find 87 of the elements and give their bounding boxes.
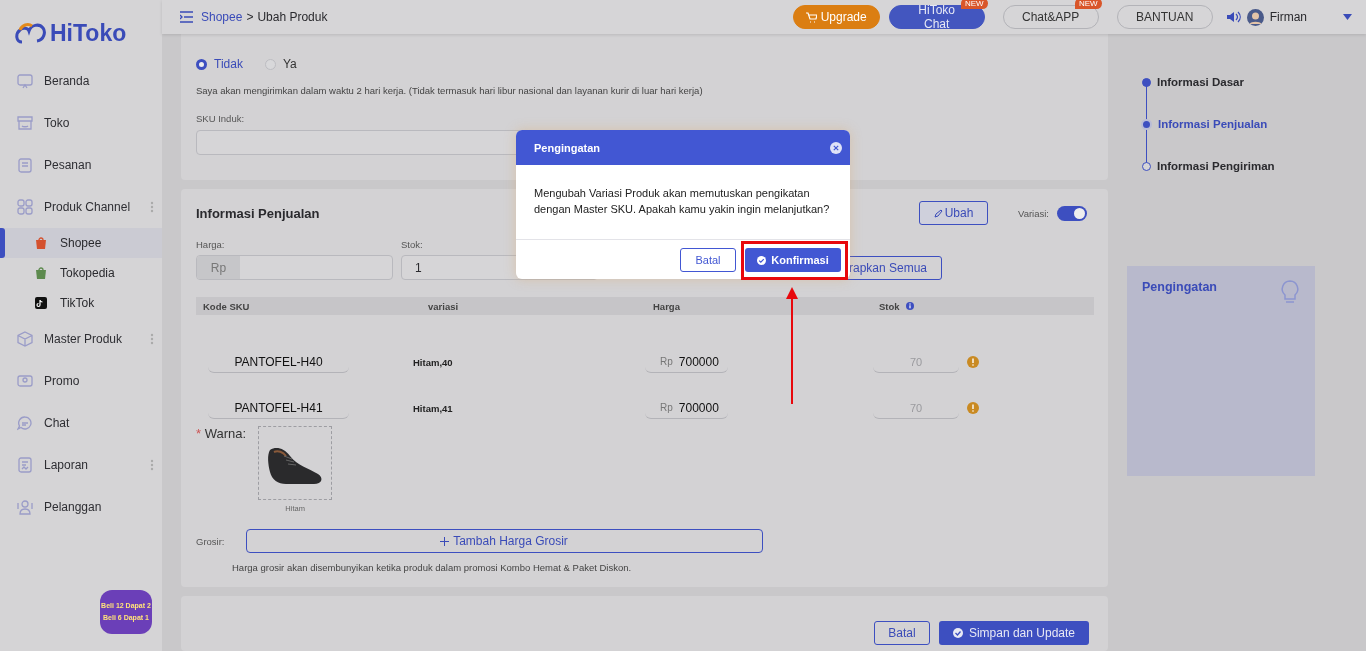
chat-bubble-icon [17,415,33,431]
edit-button[interactable]: Ubah [919,201,988,225]
cart-icon [805,11,817,23]
user-name[interactable]: Firman [1269,10,1307,24]
new-badge: NEW [961,0,988,9]
save-button[interactable]: Simpan dan Update [938,621,1089,645]
avatar-icon [1246,8,1264,26]
list-icon [17,157,33,173]
field-label: Harga: [196,239,226,250]
nav-item[interactable]: Laporan [0,444,162,486]
card-icon [17,373,33,389]
people-icon [17,499,33,515]
logo-icon [14,20,46,46]
nav-subitem[interactable]: Shopee [0,228,162,258]
close-icon[interactable] [830,141,842,154]
nav-item[interactable]: Produk Channel [0,186,162,228]
info-icon [905,302,914,310]
cube-icon [17,331,33,347]
radio-option[interactable]: Ya [264,57,297,71]
monitor-icon [17,73,33,89]
dialog-title: Pengingatan [534,141,600,154]
more-icon [150,459,154,471]
warning-icon [967,402,979,414]
nav-item[interactable]: Beranda [0,60,162,102]
check-circle-icon [952,628,963,638]
sku-input-field[interactable]: PANTOFEL-H40 [208,351,349,373]
nav-item[interactable]: Master Produk [0,318,162,360]
radio-option[interactable]: Tidak [196,57,243,71]
lightbulb-icon [1280,280,1300,304]
shipping-note: Saya akan mengirimkan dalam waktu 2 hari kerja. (Tidak termasuk hari libur nasional dan layanan kurir di luar hari kerja) [196,85,704,96]
field-label: SKU Induk: [196,113,246,124]
new-badge: NEW [1075,0,1102,9]
confirm-button[interactable]: Konfirmasi [745,248,841,272]
nav-subitem[interactable]: Tokopedia [0,258,162,288]
shopping-bag-icon [34,236,48,250]
chat-button[interactable]: HiToko Chat [888,5,985,29]
breadcrumb-separator: > [246,10,254,24]
column-header: Stok [879,300,900,312]
breadcrumb-link[interactable]: Shopee [201,10,243,24]
cancel-button[interactable]: Batal [680,248,736,272]
add-wholesale-button[interactable]: Tambah Harga Grosir [245,529,763,553]
dialog-message: Mengubah Variasi Produk akan memutuskan pengikatan dengan Master SKU. Apakah kamu yakin ingin melanjutkan? [533,186,831,217]
nav-subitem[interactable]: TikTok [0,288,162,318]
more-icon [150,333,154,345]
step-link[interactable]: Informasi Dasar [1141,74,1366,90]
field-label: Grosir: [196,535,225,547]
price-input-field[interactable]: Rp 700000 [645,351,728,373]
sku-input-field[interactable]: PANTOFEL-H41 [208,397,349,419]
more-icon [150,201,154,213]
field-label: Stok: [401,239,424,250]
nav-item[interactable]: Promo [0,360,162,402]
step-link[interactable]: Informasi Pengiriman [1141,158,1366,174]
variation-label: Variasi: [1018,207,1049,219]
shopping-bag-icon [34,266,48,280]
step-link[interactable]: Informasi Penjualan [1141,116,1366,132]
nav-item[interactable]: Pelanggan [0,486,162,528]
field-label: * Warna: [196,426,247,443]
breadcrumb-current: Ubah Produk [257,10,328,24]
menu-icon[interactable] [180,11,193,23]
logo-text: HiToko [50,19,127,47]
header-button[interactable]: Chat&APP [1002,5,1099,29]
caret-icon[interactable] [1343,14,1352,20]
column-header: Harga [652,300,681,312]
plus-icon [440,536,450,546]
tips-title: Pengingatan [1142,280,1217,294]
cancel-button[interactable]: Batal [873,621,930,645]
warning-icon [967,356,979,368]
note-icon [34,296,48,310]
pencil-icon [933,208,943,218]
column-header: Kode SKU [202,300,251,312]
variation-toggle[interactable] [1057,205,1087,221]
table-cell-text: Hitam,40 [413,356,454,368]
grid-icon [17,199,33,215]
header-button[interactable]: BANTUAN [1116,5,1213,29]
shop-icon [17,115,33,131]
price-input-field[interactable]: Rp 700000 [645,397,728,419]
report-icon [17,457,33,473]
column-header: variasi [427,300,460,312]
wholesale-note: Harga grosir akan disembunyikan ketika produk dalam promosi Kombo Hemat & Paket Diskon. [232,562,633,573]
check-circle-icon [757,255,767,265]
nav-item[interactable]: Toko [0,102,162,144]
nav-item[interactable]: Pesanan [0,144,162,186]
table-cell-text: Hitam,41 [413,402,454,414]
section-title: Informasi Penjualan [196,205,320,221]
nav-item[interactable]: Chat [0,402,162,444]
speaker-icon[interactable] [1226,11,1241,23]
image-upload[interactable] [258,426,333,500]
